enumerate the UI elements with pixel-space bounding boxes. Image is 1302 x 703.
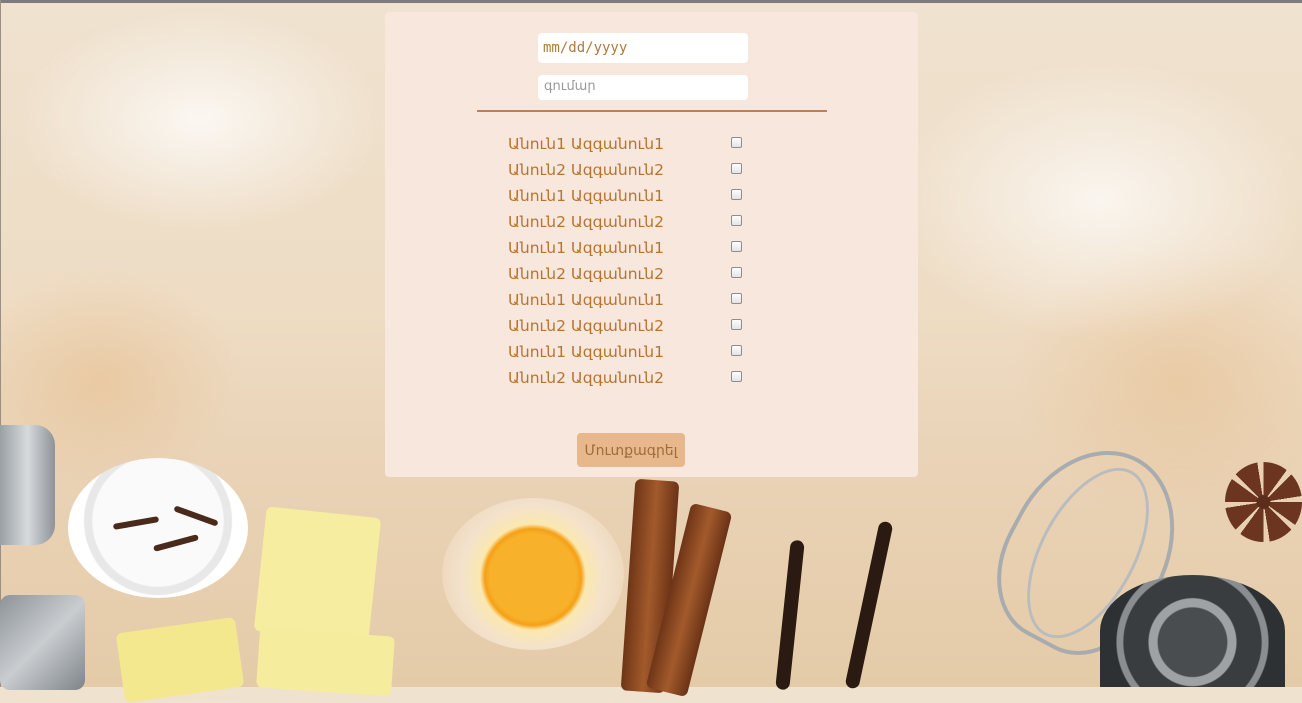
list-item: Անուն2 Ազգանուն2 (385, 368, 918, 394)
window-top-border (0, 0, 1302, 3)
person-checkbox[interactable] (731, 241, 742, 252)
person-name-label: Անուն2 Ազգանուն2 (508, 369, 664, 387)
butter-icon (115, 616, 245, 703)
egg-icon (442, 498, 624, 650)
list-item: Անուն1 Ազգանուն1 (385, 342, 918, 368)
date-input[interactable]: mm/dd/yyyy (538, 33, 748, 63)
person-name-label: Անուն1 Ազգանուն1 (508, 291, 664, 309)
person-name-label: Անուն1 Ազգանուն1 (508, 343, 664, 361)
butter-icon (253, 506, 382, 643)
person-name-label: Անուն2 Ազգանուն2 (508, 265, 664, 283)
list-item: Անուն2 Ազգանուն2 (385, 264, 918, 290)
person-name-label: Անուն1 Ազգանուն1 (508, 187, 664, 205)
cupcake-liner-icon (68, 458, 248, 598)
list-item: Անուն2 Ազգանուն2 (385, 316, 918, 342)
person-checkbox[interactable] (731, 345, 742, 356)
divider (477, 110, 827, 112)
baking-tin-icon (0, 595, 85, 690)
attendance-form-panel: mm/dd/yyyy գումար Անուն1 Ազգանուն1 Անուն2… (385, 12, 918, 477)
person-name-label: Անուն1 Ազգանուն1 (508, 239, 664, 257)
person-name-label: Անուն1 Ազգանուն1 (508, 135, 664, 153)
clove-icon (112, 516, 160, 530)
person-checkbox[interactable] (731, 293, 742, 304)
person-name-label: Անուն2 Ազգանուն2 (508, 317, 664, 335)
baking-tin-icon (0, 425, 55, 545)
person-name-label: Անուն2 Ազգանուն2 (508, 213, 664, 231)
vanilla-bean-icon (844, 520, 894, 690)
list-item: Անուն2 Ազգանուն2 (385, 212, 918, 238)
vanilla-bean-icon (775, 539, 805, 691)
person-checkbox[interactable] (731, 267, 742, 278)
person-checkbox[interactable] (731, 137, 742, 148)
clove-icon (173, 505, 219, 527)
list-item: Անուն1 Ազգանուն1 (385, 134, 918, 160)
list-item: Անուն1 Ազգանուն1 (385, 290, 918, 316)
measuring-spoon-icon (1100, 575, 1285, 687)
person-checkbox[interactable] (731, 163, 742, 174)
clove-icon (153, 534, 199, 552)
list-item: Անուն1 Ազգանուն1 (385, 238, 918, 264)
amount-input[interactable]: գումար (538, 75, 748, 100)
people-list: Անուն1 Ազգանուն1 Անուն2 Ազգանուն2 Անուն1 Ա… (385, 134, 918, 394)
person-checkbox[interactable] (731, 319, 742, 330)
list-item: Անուն2 Ազգանուն2 (385, 160, 918, 186)
person-name-label: Անուն2 Ազգանուն2 (508, 161, 664, 179)
window-left-border (0, 0, 1, 687)
person-checkbox[interactable] (731, 371, 742, 382)
submit-button[interactable]: Մուտքագրել (577, 433, 685, 467)
star-anise-icon (1225, 462, 1302, 542)
list-item: Անուն1 Ազգանուն1 (385, 186, 918, 212)
person-checkbox[interactable] (731, 215, 742, 226)
butter-icon (256, 627, 395, 697)
person-checkbox[interactable] (731, 189, 742, 200)
